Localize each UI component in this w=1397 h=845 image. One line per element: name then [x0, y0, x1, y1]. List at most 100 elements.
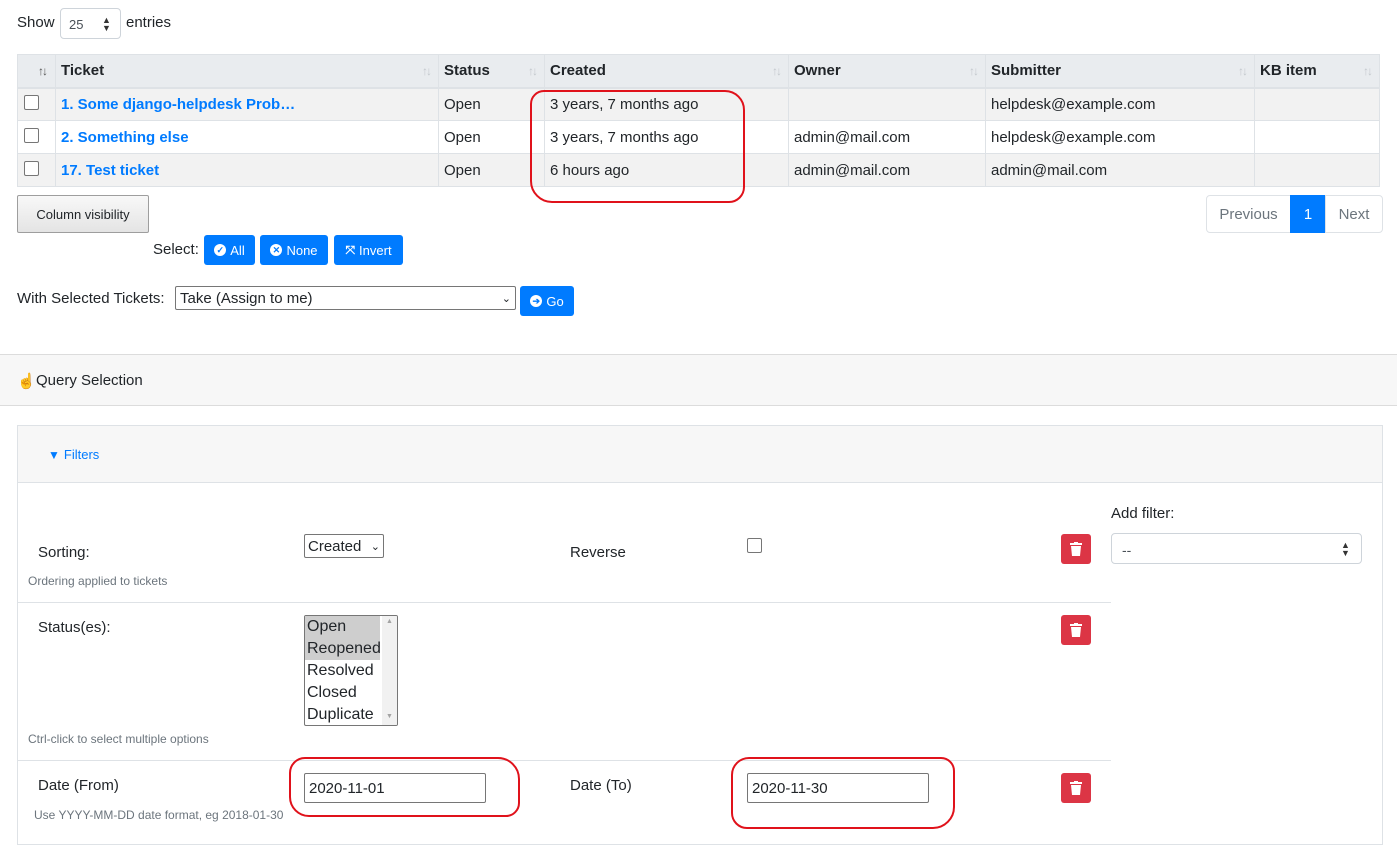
check-circle-icon: ✓	[214, 244, 227, 256]
filters-tab-label: Filters	[63, 447, 100, 462]
status-cell: Open	[438, 153, 545, 187]
add-filter-label: Add filter:	[1111, 505, 1175, 522]
status-cell: Open	[438, 87, 545, 121]
invert-label: Invert	[359, 242, 392, 258]
select-none-button[interactable]: ✕ None	[260, 235, 328, 265]
reverse-checkbox[interactable]	[747, 538, 762, 553]
filters-card: ▼ Filters	[17, 425, 1383, 845]
header-owner[interactable]: Owner ↑↓	[788, 54, 986, 89]
row-checkbox[interactable]	[24, 94, 39, 110]
sort-icon: ↑↓	[772, 64, 782, 78]
annotation-circle	[731, 757, 955, 829]
entries-label: entries	[126, 14, 172, 31]
go-button[interactable]: ➔ Go	[520, 286, 574, 316]
delete-sorting-button[interactable]	[1061, 534, 1091, 564]
times-circle-icon: ✕	[270, 244, 283, 256]
bulk-action-label: With Selected Tickets:	[17, 290, 165, 307]
annotation-circle	[289, 757, 520, 817]
status-option[interactable]: Open	[305, 616, 380, 638]
filters-tab[interactable]: ▼ Filters	[48, 447, 99, 462]
page-1-button[interactable]: 1	[1290, 195, 1326, 233]
status-option[interactable]: Duplicate	[305, 704, 380, 725]
select-none-label: None	[286, 242, 318, 258]
sort-icon: ↑↓	[38, 64, 48, 78]
status-hint: Ctrl-click to select multiple options	[28, 732, 209, 746]
submitter-cell: helpdesk@example.com	[985, 87, 1255, 121]
sorting-label: Sorting:	[38, 544, 90, 561]
arrow-circle-right-icon: ➔	[530, 295, 543, 307]
sort-icon: ↑↓	[422, 64, 432, 78]
submitter-cell: helpdesk@example.com	[985, 120, 1255, 154]
sorting-value: Created	[308, 537, 362, 555]
owner-cell: admin@mail.com	[788, 153, 986, 187]
pointer-hand-icon: ☝	[17, 373, 36, 390]
select-all-label: All	[230, 242, 245, 258]
entries-value: 25	[69, 17, 84, 32]
next-button[interactable]: Next	[1325, 195, 1383, 233]
sort-icon: ↑↓	[528, 64, 538, 78]
row-checkbox[interactable]	[24, 127, 39, 143]
scroll-up-icon: ▲	[386, 618, 393, 625]
header-submitter[interactable]: Submitter ↑↓	[985, 54, 1255, 89]
date-from-label: Date (From)	[38, 777, 119, 794]
kb-cell	[1254, 87, 1380, 121]
header-created[interactable]: Created ↑↓	[544, 54, 789, 89]
invert-selection-button[interactable]: ⤧ Invert	[334, 235, 403, 265]
owner-cell	[788, 87, 986, 121]
ticket-link[interactable]: 17. Test ticket	[61, 162, 159, 179]
status-listbox[interactable]: Open Reopened Resolved Closed Duplicate …	[304, 615, 398, 726]
trash-icon	[1070, 781, 1082, 795]
status-option[interactable]: Reopened	[305, 638, 381, 660]
status-cell: Open	[438, 120, 545, 154]
updown-icon: ▲ ▼	[1341, 540, 1350, 558]
go-label: Go	[546, 293, 564, 309]
add-filter-select[interactable]: -- ▲ ▼	[1111, 533, 1362, 564]
submitter-cell: admin@mail.com	[985, 153, 1255, 187]
query-selection-header[interactable]: ☝ Query Selection	[0, 354, 1397, 406]
date-to-label: Date (To)	[570, 777, 632, 794]
sort-icon: ↑↓	[1238, 64, 1248, 78]
header-ticket[interactable]: Ticket ↑↓	[55, 54, 439, 89]
sorting-hint: Ordering applied to tickets	[28, 574, 168, 588]
previous-button[interactable]: Previous	[1206, 195, 1291, 233]
ticket-link[interactable]: 1. Some django-helpdesk Prob…	[61, 96, 295, 113]
query-selection-title: Query Selection	[36, 372, 143, 389]
header-select-col[interactable]: ↑↓	[17, 54, 56, 89]
scroll-down-icon: ▼	[386, 713, 393, 720]
updown-icon: ▲ ▼	[102, 15, 111, 33]
row-checkbox[interactable]	[24, 160, 39, 176]
kb-cell	[1254, 120, 1380, 154]
reverse-label: Reverse	[570, 544, 626, 561]
sort-icon: ↑↓	[969, 64, 979, 78]
header-kb-item[interactable]: KB item ↑↓	[1254, 54, 1380, 89]
filter-icon: ▼	[48, 447, 60, 462]
kb-cell	[1254, 153, 1380, 187]
header-status[interactable]: Status ↑↓	[438, 54, 545, 89]
owner-cell: admin@mail.com	[788, 120, 986, 154]
status-option[interactable]: Resolved	[305, 660, 380, 682]
row-divider	[18, 602, 1111, 603]
show-label: Show	[17, 14, 55, 31]
bulk-action-select[interactable]: Take (Assign to me) ⌄	[175, 286, 516, 310]
status-label: Status(es):	[38, 619, 111, 636]
trash-icon	[1070, 542, 1082, 556]
ticket-link[interactable]: 2. Something else	[61, 129, 189, 146]
delete-status-button[interactable]	[1061, 615, 1091, 645]
listbox-scrollbar[interactable]: ▲ ▼	[382, 616, 397, 725]
filters-card-header: ▼ Filters	[18, 426, 1382, 483]
annotation-circle	[530, 90, 745, 203]
chevron-down-icon: ⌄	[501, 292, 511, 305]
sorting-select[interactable]: Created ⌄	[304, 534, 384, 558]
delete-date-button[interactable]	[1061, 773, 1091, 803]
sort-icon: ↑↓	[1363, 64, 1373, 78]
select-all-button[interactable]: ✓ All	[204, 235, 255, 265]
date-hint: Use YYYY-MM-DD date format, eg 2018-01-3…	[34, 808, 284, 822]
expand-arrows-icon: ⤧	[345, 242, 356, 257]
bulk-action-value: Take (Assign to me)	[180, 289, 313, 307]
add-filter-value: --	[1122, 542, 1132, 558]
entries-select[interactable]: 25 ▲ ▼	[60, 8, 121, 39]
trash-icon	[1070, 623, 1082, 637]
status-option[interactable]: Closed	[305, 682, 380, 704]
chevron-down-icon: ⌄	[370, 540, 380, 553]
column-visibility-button[interactable]: Column visibility	[17, 195, 149, 233]
